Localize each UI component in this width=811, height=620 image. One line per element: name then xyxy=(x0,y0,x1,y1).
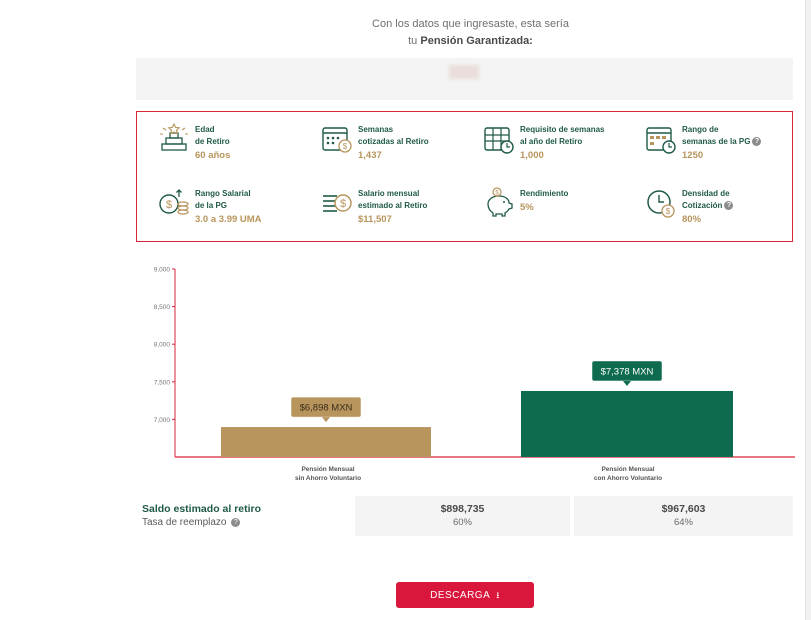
svg-text:$: $ xyxy=(666,207,671,216)
intro-prefix: tu xyxy=(408,35,418,47)
calendar-clock-icon xyxy=(482,122,516,156)
podium-icon xyxy=(157,122,191,156)
y-tick-label: 8,500 xyxy=(154,304,171,311)
intro-strong: Pensión Garantizada: xyxy=(420,35,533,47)
rate-label-row: Tasa de reemplazo ? xyxy=(142,516,261,530)
redacted-name xyxy=(449,65,479,79)
pension-bar-chart: 7,000 7,500 8,000 8,500 9,000 $6,898 MXN $7,37… xyxy=(154,267,795,458)
bar xyxy=(221,427,431,457)
info-item: $ Rango Salarial de la PG 3.0 a 3.99 UMA xyxy=(157,186,317,236)
intro-line-1: Con los datos que ingresaste, esta sería xyxy=(372,18,569,30)
info-item: $ Densidad de Cotización? 80% xyxy=(644,186,804,236)
info-text: Densidad de Cotización? 80% xyxy=(682,188,807,226)
info-text: Requisito de semanas al año del Retiro 1,… xyxy=(520,124,645,162)
download-icon: ⭳ xyxy=(496,590,500,600)
info-value: 1,437 xyxy=(358,150,382,161)
data-label-pointer xyxy=(623,380,631,386)
info-item: Rango de semanas de la PG? 1250 xyxy=(644,122,804,172)
result-col-sin-ahorro: $898,735 60% xyxy=(355,496,570,536)
info-text: Rendimiento 5% xyxy=(520,188,645,214)
balance-label: Saldo estimado al retiro xyxy=(142,503,262,515)
rate-label: Tasa de reemplazo xyxy=(142,517,227,528)
info-text: Edad de Retiro 60 años xyxy=(195,124,320,162)
info-item: $ Semanas cotizadas al Retiro 1,437 xyxy=(320,122,480,172)
info-label: Rango de semanas de la PG? xyxy=(682,124,807,148)
y-tick-label: 7,500 xyxy=(154,379,171,386)
calendar-coins-icon: $ xyxy=(320,122,354,156)
info-label: Rango Salarial de la PG xyxy=(195,189,251,210)
rate-con-ahorro: 64% xyxy=(673,517,693,528)
category-label-con-ahorro: Pensión Mensual con Ahorro Voluntario xyxy=(593,466,663,482)
help-icon[interactable]: ? xyxy=(752,137,762,147)
intro-text: Con los datos que ingresaste, esta sería… xyxy=(0,16,811,50)
intro-line-2: tu Pensión Garantizada: xyxy=(65,33,811,50)
info-item: Edad de Retiro 60 años xyxy=(157,122,317,172)
results-summary: Saldo estimado al retiro Tasa de reempla… xyxy=(136,496,793,536)
help-icon[interactable]: ? xyxy=(724,201,734,211)
info-value: 80% xyxy=(682,214,702,225)
pension-chart: 7,000 7,500 8,000 8,500 9,000 $6,898 MXN $7,37… xyxy=(140,262,795,487)
balance-sin-ahorro: $898,735 xyxy=(440,503,485,515)
download-label: DESCARGA xyxy=(430,590,491,601)
data-label: $7,378 MXN xyxy=(601,366,654,377)
y-tick-label: 8,000 xyxy=(154,342,171,349)
data-label: $6,898 MXN xyxy=(300,403,353,414)
calendar-range-icon xyxy=(644,122,678,156)
info-value: 1,000 xyxy=(520,150,544,161)
result-col-con-ahorro: $967,603 64% xyxy=(574,496,793,536)
info-summary-box: Edad de Retiro 60 años $ Semanas cotizadas … xyxy=(136,111,793,242)
piggy-bank-icon: $ xyxy=(482,186,516,220)
salary-coins-icon: $ xyxy=(157,186,191,220)
info-value: 3.0 a 3.99 UMA xyxy=(195,214,262,225)
y-tick-label: 9,000 xyxy=(154,267,171,274)
info-value: 5% xyxy=(520,202,534,213)
svg-text:$: $ xyxy=(343,142,348,151)
data-label-pointer xyxy=(322,417,330,423)
info-text: Salario mensual estimado al Retiro $11,50… xyxy=(358,188,483,226)
info-label: Salario mensual estimado al Retiro xyxy=(358,189,428,210)
help-icon[interactable]: ? xyxy=(231,517,241,527)
info-label: Edad de Retiro xyxy=(195,125,230,146)
clock-money-icon: $ xyxy=(644,186,678,220)
download-button[interactable]: DESCARGA ⭳ xyxy=(396,582,534,608)
svg-text:$: $ xyxy=(340,198,346,210)
info-label: Semanas cotizadas al Retiro xyxy=(358,125,429,146)
rate-sin-ahorro: 60% xyxy=(452,517,472,528)
info-item: $ Salario mensual estimado al Retiro $11,5… xyxy=(320,186,480,236)
info-text: Rango de semanas de la PG? 1250 xyxy=(682,124,807,162)
info-value: $11,507 xyxy=(358,214,392,225)
category-label-sin-ahorro: Pensión Mensual sin Ahorro Voluntario xyxy=(294,466,362,482)
info-text: Rango Salarial de la PG 3.0 a 3.99 UMA xyxy=(195,188,320,226)
info-label: Requisito de semanas al año del Retiro xyxy=(520,125,605,146)
info-item: Requisito de semanas al año del Retiro 1,… xyxy=(482,122,642,172)
balance-con-ahorro: $967,603 xyxy=(661,503,706,515)
info-text: Semanas cotizadas al Retiro 1,437 xyxy=(358,124,483,162)
y-tick-label: 7,000 xyxy=(154,417,171,424)
info-value: 60 años xyxy=(195,150,231,161)
info-item: $ Rendimiento 5% xyxy=(482,186,642,236)
money-bills-icon: $ xyxy=(320,186,354,220)
info-value: 1250 xyxy=(682,150,704,161)
pension-name-band xyxy=(136,58,793,100)
bar xyxy=(521,390,733,457)
results-labels: Saldo estimado al retiro Tasa de reempla… xyxy=(142,502,261,530)
info-label: Densidad de Cotización? xyxy=(682,188,807,212)
info-label: Rendimiento xyxy=(520,189,569,198)
page-scrollbar[interactable] xyxy=(805,0,811,620)
svg-text:$: $ xyxy=(166,199,172,211)
